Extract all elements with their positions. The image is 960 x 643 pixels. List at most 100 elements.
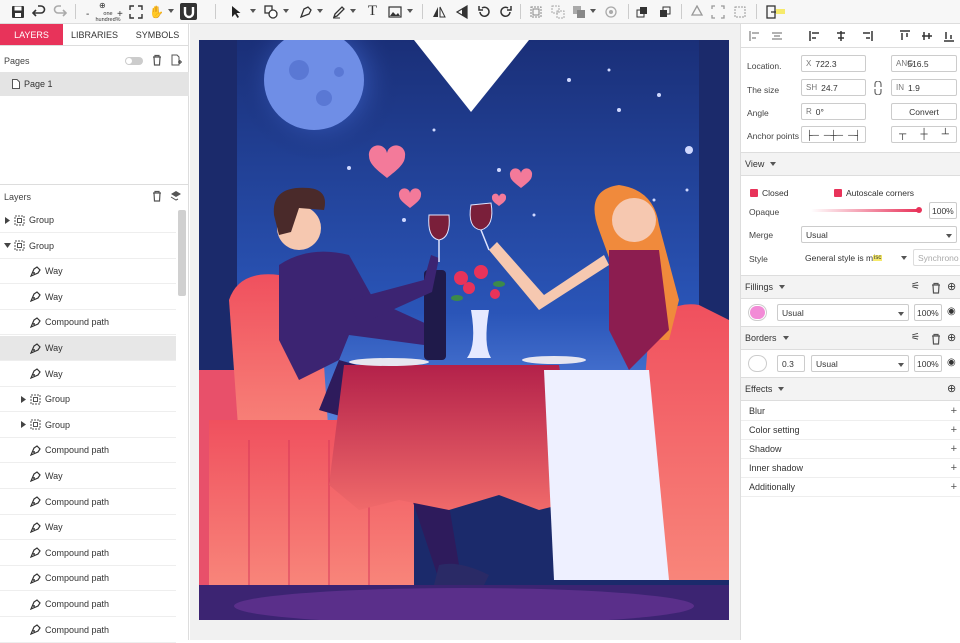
rotate-right-icon[interactable] — [497, 3, 514, 20]
trash-icon[interactable] — [930, 282, 942, 296]
synchronize-button[interactable]: Synchrono — [913, 249, 960, 266]
bring-forward-icon[interactable] — [633, 3, 650, 20]
layer-row[interactable]: Compound path — [0, 618, 176, 643]
chevron-down-icon[interactable] — [317, 9, 323, 13]
layer-row[interactable]: Group — [0, 234, 176, 259]
zoom-in-icon[interactable]: ⊕ — [99, 1, 106, 10]
opacity-slider-handle[interactable] — [916, 207, 922, 213]
image-icon[interactable] — [386, 3, 403, 20]
expand-toggle-icon[interactable] — [20, 395, 28, 403]
ungroup-icon[interactable] — [549, 3, 566, 20]
distribute-icon[interactable] — [771, 30, 783, 42]
fillings-section-header[interactable]: Fillings ⚟ ⊕ — [741, 275, 960, 299]
group-icon[interactable] — [527, 3, 544, 20]
anchor-center-icon[interactable]: ─┼─ — [823, 130, 844, 140]
effect-row[interactable]: Additionally + — [741, 478, 960, 497]
artboard-icon[interactable] — [731, 3, 748, 20]
align-top-icon[interactable] — [899, 30, 911, 42]
effect-row[interactable]: Shadow + — [741, 440, 960, 459]
layer-row[interactable]: Way — [0, 285, 176, 310]
opacity-slider[interactable] — [811, 209, 919, 212]
artboard[interactable] — [199, 40, 729, 620]
chevron-down-icon[interactable] — [250, 9, 256, 13]
expand-toggle-icon[interactable] — [4, 242, 12, 249]
tab-libraries[interactable]: LIBRARIES — [63, 24, 126, 45]
layer-row[interactable]: Way — [0, 464, 176, 489]
tab-symbols[interactable]: SYMBOLS — [126, 24, 189, 45]
frame-icon[interactable] — [709, 3, 726, 20]
eye-icon[interactable]: ◉ — [947, 306, 956, 317]
x-field[interactable]: X 722.3 — [801, 55, 866, 72]
border-type-select[interactable]: Usual — [811, 355, 909, 372]
rotate-left-icon[interactable] — [475, 3, 492, 20]
lock-ratio-icon[interactable] — [873, 81, 883, 95]
add-icon[interactable]: + — [951, 424, 957, 436]
pages-toggle[interactable] — [125, 57, 143, 65]
align-left-edge-icon[interactable] — [749, 30, 761, 42]
align-left-icon[interactable] — [809, 30, 821, 42]
style-select[interactable]: General style is m isc — [801, 249, 909, 266]
anchor-right-icon[interactable]: ─┤ — [844, 130, 865, 140]
border-color-swatch[interactable] — [748, 355, 767, 372]
boolean-ops-icon[interactable] — [570, 3, 587, 20]
expand-toggle-icon[interactable] — [4, 216, 12, 224]
effect-row[interactable]: Blur + — [741, 402, 960, 421]
rotation-field[interactable]: R 0° — [801, 103, 866, 120]
add-layer-icon[interactable] — [170, 190, 182, 204]
y-field[interactable]: ANG 516.5 — [891, 55, 957, 72]
anchor-top-icon[interactable]: ┬ — [892, 129, 913, 140]
layer-row[interactable]: Way — [0, 259, 176, 285]
tab-layers[interactable]: LAYERS — [0, 24, 63, 45]
layer-row[interactable]: Group — [0, 387, 176, 413]
layer-row[interactable]: Compound path — [0, 566, 176, 592]
fill-opacity-field[interactable]: 100% — [914, 304, 942, 321]
trash-icon[interactable] — [151, 54, 163, 68]
autoscale-checkbox[interactable]: Autoscale corners — [834, 188, 914, 198]
trash-icon[interactable] — [151, 190, 163, 204]
add-effect-icon[interactable]: ⊕ — [947, 382, 956, 395]
chevron-down-icon[interactable] — [407, 9, 413, 13]
layer-row[interactable]: Compound path — [0, 438, 176, 464]
add-icon[interactable]: + — [951, 405, 957, 417]
border-opacity-field[interactable]: 100% — [914, 355, 942, 372]
pen-tool-icon[interactable] — [297, 3, 314, 20]
effect-row[interactable]: Inner shadow + — [741, 459, 960, 478]
view-section-header[interactable]: View — [741, 152, 960, 176]
align-center-icon[interactable] — [835, 30, 847, 42]
width-field[interactable]: SH 24.7 — [801, 79, 866, 96]
redo-icon[interactable] — [51, 3, 68, 20]
anchor-middle-icon[interactable]: ┼ — [913, 129, 934, 140]
flip-horizontal-icon[interactable] — [430, 3, 447, 20]
sliders-icon[interactable]: ⚟ — [911, 332, 920, 343]
shapes-icon[interactable] — [262, 3, 279, 20]
add-fill-icon[interactable]: ⊕ — [947, 280, 956, 293]
zoom-out-icon[interactable]: - — [86, 9, 89, 20]
text-tool-icon[interactable]: T — [364, 3, 381, 20]
layer-row[interactable]: Group — [0, 208, 176, 233]
fill-type-select[interactable]: Usual — [777, 304, 909, 321]
zoom-plus-icon[interactable]: + — [117, 9, 123, 20]
layer-row[interactable]: Compound path — [0, 541, 176, 566]
hand-tool-icon[interactable]: ✋ — [148, 3, 165, 20]
chevron-down-icon[interactable] — [168, 9, 174, 13]
align-right-icon[interactable] — [861, 30, 873, 42]
layer-scrollbar[interactable] — [178, 210, 186, 296]
align-middle-icon[interactable] — [921, 30, 933, 42]
undo-icon[interactable] — [30, 3, 47, 20]
height-field[interactable]: IN 1.9 — [891, 79, 957, 96]
trash-icon[interactable] — [930, 333, 942, 347]
send-backward-icon[interactable] — [656, 3, 673, 20]
save-icon[interactable] — [9, 3, 26, 20]
chevron-down-icon[interactable] — [350, 9, 356, 13]
export-icon[interactable] — [764, 3, 788, 20]
merge-select[interactable]: Usual — [801, 226, 957, 243]
fill-color-swatch[interactable] — [748, 304, 767, 321]
convert-button[interactable]: Convert — [891, 103, 957, 120]
pencil-icon[interactable] — [330, 3, 347, 20]
add-icon[interactable]: + — [951, 462, 957, 474]
page-item[interactable]: Page 1 — [0, 72, 189, 96]
effect-row[interactable]: Color setting + — [741, 421, 960, 440]
add-icon[interactable]: + — [951, 481, 957, 493]
align-bottom-icon[interactable] — [943, 30, 955, 42]
borders-section-header[interactable]: Borders ⚟ ⊕ — [741, 326, 960, 350]
